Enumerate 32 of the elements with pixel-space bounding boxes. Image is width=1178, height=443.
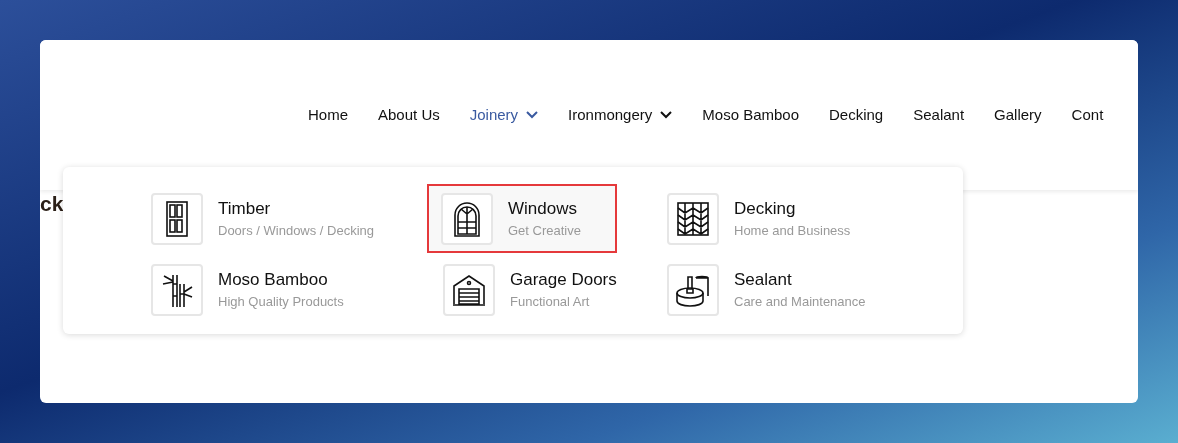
menu-item-title: Timber bbox=[218, 197, 272, 219]
menu-item[interactable]: Windows Get Creative bbox=[427, 184, 617, 253]
menu-item[interactable]: Timber Doors / Windows / Decking bbox=[140, 184, 411, 253]
nav-link[interactable]: About Us bbox=[378, 104, 440, 127]
garage-icon bbox=[452, 273, 486, 306]
menu-item-title: Decking bbox=[734, 197, 797, 219]
nav-link[interactable]: Sealant bbox=[913, 104, 965, 127]
menu-item-subtitle: High Quality Products bbox=[218, 294, 344, 311]
nav-link[interactable]: Joinery bbox=[469, 104, 539, 127]
menu-item[interactable]: Moso Bamboo High Quality Products bbox=[140, 255, 380, 324]
herringbone-pattern-icon bbox=[677, 201, 709, 236]
nav-link[interactable]: Moso Bamboo bbox=[702, 104, 799, 127]
menu-item-subtitle: Get Creative bbox=[508, 223, 581, 240]
menu-item[interactable]: Sealant Care and Maintenance bbox=[656, 255, 902, 324]
menu-item[interactable]: Decking Home and Business bbox=[656, 184, 887, 253]
menu-item-title: Moso Bamboo bbox=[218, 268, 329, 290]
menu-item-title: Windows bbox=[508, 197, 578, 219]
menu-item-title: Sealant bbox=[734, 268, 793, 290]
menu-item-subtitle: Functional Art bbox=[510, 294, 591, 311]
menu-item-subtitle: Home and Business bbox=[734, 223, 851, 240]
menu-item-subtitle: Care and Maintenance bbox=[734, 294, 866, 311]
menu-item[interactable]: Garage Doors Functional Art bbox=[432, 255, 653, 324]
nav-link[interactable]: Cont bbox=[1071, 104, 1104, 127]
nav-link[interactable]: Decking bbox=[829, 104, 884, 127]
nav-link[interactable]: Home bbox=[308, 104, 348, 127]
page-heading: ck bbox=[40, 193, 64, 214]
menu-item-title: Garage Doors bbox=[510, 268, 617, 290]
nav-link[interactable]: Gallery bbox=[994, 104, 1042, 127]
arched-window-icon bbox=[453, 200, 481, 237]
menu-item-subtitle: Doors / Windows / Decking bbox=[218, 223, 375, 240]
door-icon bbox=[165, 200, 189, 237]
nav-link[interactable]: Ironmongery bbox=[568, 104, 673, 127]
